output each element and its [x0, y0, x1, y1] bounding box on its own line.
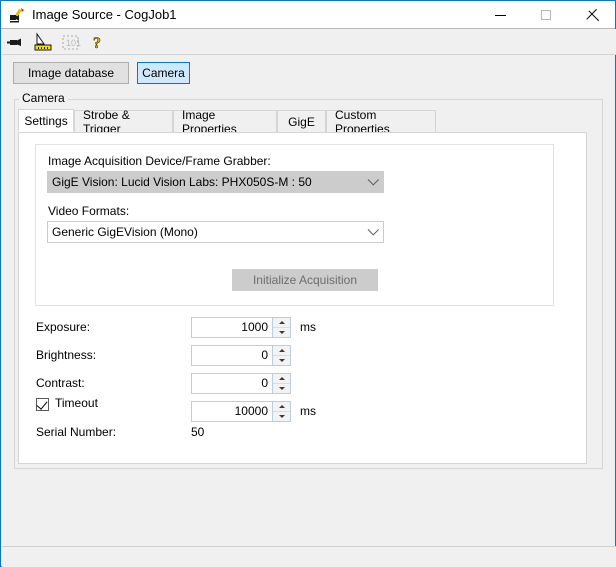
brightness-value: 0: [261, 348, 268, 362]
acquisition-panel: Image Acquisition Device/Frame Grabber: …: [35, 144, 554, 306]
spin-up-icon[interactable]: [273, 318, 290, 327]
camera-button[interactable]: Camera: [137, 62, 190, 84]
settings-tab-page: Image Acquisition Device/Frame Grabber: …: [18, 132, 587, 464]
serial-number-value: 50: [191, 425, 205, 439]
timeout-unit: ms: [300, 404, 316, 418]
brightness-spin-buttons[interactable]: [272, 346, 290, 365]
image-source-window: Image Source - CogJob1 101 ? Image datab…: [0, 0, 616, 567]
contrast-spin-buttons[interactable]: [272, 374, 290, 393]
svg-text:?: ?: [93, 35, 101, 52]
spin-down-icon[interactable]: [273, 355, 290, 365]
tab-image-properties[interactable]: Image Properties: [173, 108, 277, 136]
toolbar: 101 ?: [2, 29, 616, 55]
timeout-checkbox[interactable]: [36, 398, 49, 411]
chevron-down-icon: [365, 224, 383, 236]
contrast-spinbox[interactable]: 0: [191, 373, 291, 394]
spin-down-icon[interactable]: [273, 327, 290, 337]
calibration-ruler-icon[interactable]: [32, 32, 54, 52]
region-select-icon[interactable]: 101: [60, 32, 82, 52]
status-bar: [2, 546, 616, 567]
device-combobox[interactable]: GigE Vision: Lucid Vision Labs: PHX050S-…: [47, 171, 384, 193]
timeout-spin-buttons[interactable]: [272, 402, 290, 421]
brightness-label: Brightness:: [36, 348, 97, 362]
close-button[interactable]: [569, 1, 615, 28]
video-format-combobox[interactable]: Generic GigEVision (Mono): [47, 221, 384, 243]
image-database-button[interactable]: Image database: [13, 62, 129, 84]
timeout-value: 10000: [234, 404, 268, 418]
spin-down-icon[interactable]: [273, 411, 290, 421]
timeout-label: Timeout: [55, 396, 98, 410]
camera-icon[interactable]: [6, 32, 28, 52]
exposure-label: Exposure:: [36, 320, 91, 334]
tab-settings[interactable]: Settings: [18, 109, 74, 132]
close-icon: [587, 9, 598, 20]
checkmark-icon: [36, 398, 48, 410]
maximize-button[interactable]: [523, 1, 569, 28]
brightness-spinbox[interactable]: 0: [191, 345, 291, 366]
spin-down-icon[interactable]: [273, 383, 290, 393]
title-bar: Image Source - CogJob1: [1, 1, 615, 29]
timeout-spinbox[interactable]: 10000: [191, 401, 291, 422]
video-format-combobox-value: Generic GigEVision (Mono): [52, 225, 198, 239]
contrast-value: 0: [261, 376, 268, 390]
serial-number-label: Serial Number:: [36, 425, 117, 439]
initialize-acquisition-button[interactable]: Initialize Acquisition: [232, 269, 378, 291]
tab-custom-properties[interactable]: Custom Properties: [326, 108, 436, 136]
tab-strobe-trigger[interactable]: Strobe & Trigger: [74, 108, 173, 136]
device-combobox-value: GigE Vision: Lucid Vision Labs: PHX050S-…: [52, 175, 312, 189]
exposure-unit: ms: [300, 320, 316, 334]
maximize-icon: [541, 9, 551, 20]
camera-job-icon: [10, 8, 24, 23]
help-icon[interactable]: ?: [88, 32, 110, 53]
contrast-label: Contrast:: [36, 376, 85, 390]
exposure-spin-buttons[interactable]: [272, 318, 290, 337]
spin-up-icon[interactable]: [273, 374, 290, 383]
minimize-button[interactable]: [477, 1, 523, 28]
spin-up-icon[interactable]: [273, 402, 290, 411]
window-title: Image Source - CogJob1: [32, 7, 177, 22]
minimize-icon: [494, 15, 506, 16]
exposure-spinbox[interactable]: 1000: [191, 317, 291, 338]
exposure-value: 1000: [241, 320, 268, 334]
camera-group-label: Camera: [19, 91, 68, 105]
tab-strip: Settings Strobe & Trigger Image Properti…: [18, 108, 599, 136]
tab-gige[interactable]: GigE: [277, 110, 326, 132]
device-label: Image Acquisition Device/Frame Grabber:: [48, 154, 271, 168]
chevron-down-icon: [365, 174, 383, 186]
spin-up-icon[interactable]: [273, 346, 290, 355]
video-format-label: Video Formats:: [48, 204, 130, 218]
svg-text:101: 101: [66, 38, 81, 48]
